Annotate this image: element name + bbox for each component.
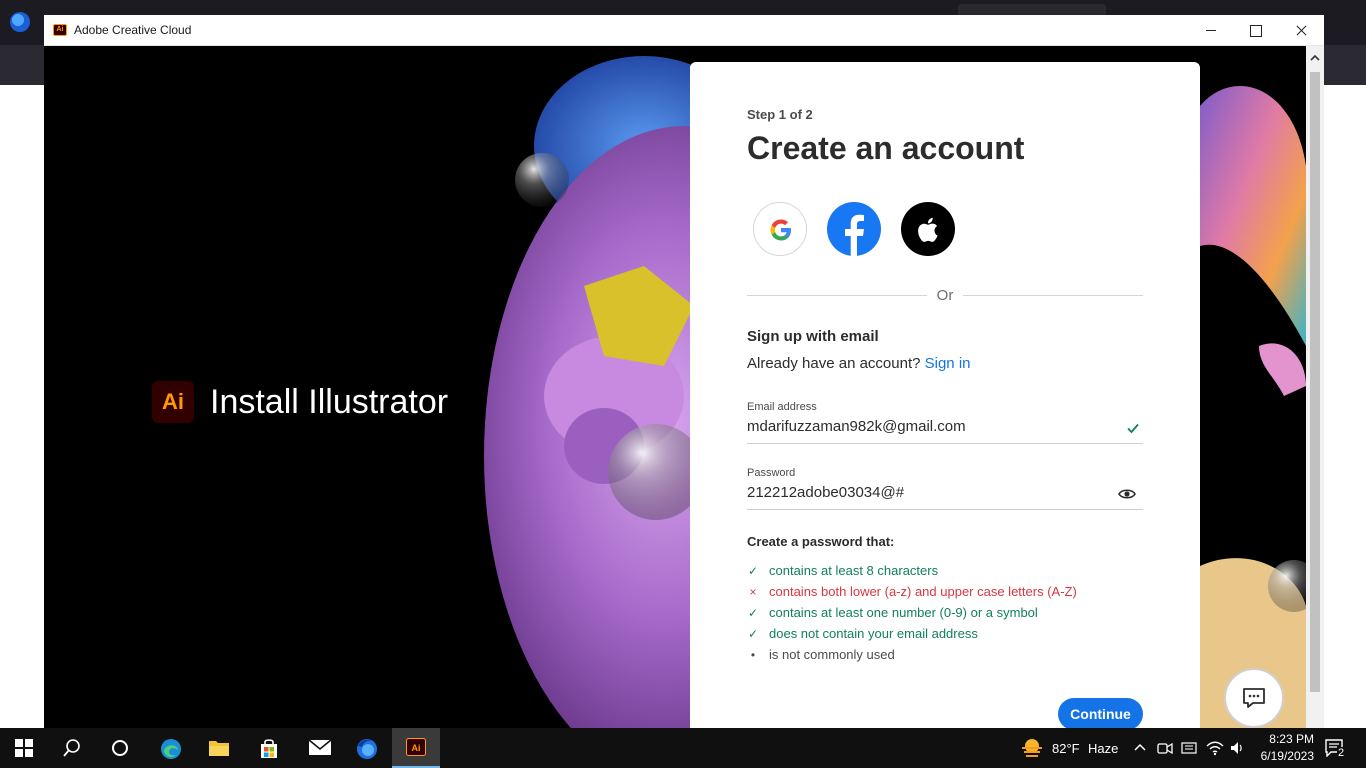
weather-condition[interactable]: Haze — [1088, 741, 1118, 756]
folder-icon — [209, 741, 229, 756]
divider-right — [963, 295, 1143, 296]
google-signin-button[interactable] — [753, 202, 807, 256]
title-bar[interactable]: Ai Adobe Creative Cloud — [44, 15, 1324, 46]
email-label: Email address — [747, 401, 817, 413]
scroll-up-chevron-icon[interactable] — [1309, 52, 1321, 64]
show-password-eye-icon[interactable] — [1118, 487, 1136, 501]
meet-now-camera-icon[interactable] — [1157, 740, 1173, 756]
search-icon — [63, 739, 80, 757]
taskbar-firefox[interactable] — [342, 728, 390, 768]
keyboard-language-icon[interactable] — [1181, 740, 1197, 756]
taskbar: Ai 82°F Haze 8:23 PM 6/19/2023 2 — [0, 728, 1366, 768]
adobe-cc-window: Ai Adobe Creative Cloud Ai Install Illus… — [44, 15, 1324, 728]
email-valid-check-icon — [1127, 423, 1139, 434]
window-title: Adobe Creative Cloud — [74, 23, 192, 37]
rule-bullet-icon: • — [750, 648, 756, 662]
signin-prompt: Already have an account? Sign in — [747, 355, 971, 372]
scrollbar-thumb[interactable] — [1310, 72, 1320, 692]
password-underline — [747, 509, 1143, 510]
taskbar-mail[interactable] — [294, 728, 342, 768]
maximize-button[interactable] — [1232, 15, 1278, 46]
rule-text: is not commonly used — [769, 647, 895, 662]
password-rules-heading: Create a password that: — [747, 534, 895, 549]
facebook-icon — [845, 214, 864, 256]
windows-icon — [15, 739, 33, 757]
mail-icon — [308, 739, 332, 755]
illustrator-icon: Ai — [406, 738, 426, 756]
signup-heading: Sign up with email — [747, 328, 879, 345]
illustrator-app-icon: Ai — [53, 24, 67, 36]
page-title: Create an account — [747, 130, 1025, 166]
rule-error-icon: × — [749, 585, 757, 599]
rule-text: contains at least one number (0-9) or a … — [769, 605, 1038, 620]
facebook-signin-button[interactable] — [827, 202, 881, 256]
password-label: Password — [747, 467, 796, 479]
illustrator-logo: Ai — [152, 381, 194, 423]
edge-icon — [161, 739, 181, 759]
rule-check-icon: ✓ — [747, 606, 759, 620]
store-icon — [261, 739, 277, 758]
weather-haze-icon[interactable] — [1020, 737, 1044, 759]
signup-card: Step 1 of 2 Create an account Or Sign up… — [690, 62, 1200, 728]
close-button[interactable] — [1278, 15, 1324, 46]
divider-left — [747, 295, 927, 296]
email-underline — [747, 443, 1143, 444]
minimize-button[interactable] — [1188, 15, 1234, 46]
hero-title: Install Illustrator — [210, 383, 449, 421]
email-field[interactable] — [747, 418, 1127, 435]
chat-button[interactable] — [1224, 668, 1284, 728]
google-icon — [770, 219, 791, 241]
clock-time: 8:23 PM — [1269, 732, 1314, 746]
cortana-circle-icon — [112, 740, 128, 756]
rule-text: does not contain your email address — [769, 626, 978, 641]
or-separator: Or — [936, 287, 954, 304]
taskbar-edge[interactable] — [146, 728, 194, 768]
rule-text: contains both lower (a-z) and upper case… — [769, 584, 1077, 599]
continue-button[interactable]: Continue — [1058, 698, 1143, 728]
weather-temperature[interactable]: 82°F — [1052, 741, 1080, 756]
apple-signin-button[interactable] — [901, 202, 955, 256]
apple-icon — [918, 217, 938, 242]
installer-content: Ai Install Illustrator Step 1 of 2 Creat… — [44, 46, 1324, 728]
chat-bubble-icon — [1243, 688, 1265, 708]
start-button[interactable] — [0, 728, 48, 768]
notification-count-badge: 2 — [1337, 747, 1346, 759]
rule-check-icon: ✓ — [747, 564, 759, 578]
system-clock[interactable]: 8:23 PM 6/19/2023 — [1248, 731, 1314, 765]
taskbar-store[interactable] — [244, 728, 292, 768]
svg-text:Ai: Ai — [412, 743, 421, 753]
signin-prompt-text: Already have an account? — [747, 355, 921, 372]
rule-check-icon: ✓ — [747, 627, 759, 641]
cortana-button[interactable] — [96, 728, 144, 768]
show-hidden-icons-chevron-icon[interactable] — [1133, 742, 1147, 752]
taskbar-file-explorer[interactable] — [194, 728, 242, 768]
search-button[interactable] — [48, 728, 96, 768]
volume-icon[interactable] — [1229, 740, 1245, 756]
step-indicator: Step 1 of 2 — [747, 107, 813, 122]
wifi-icon[interactable] — [1206, 740, 1224, 756]
signin-link[interactable]: Sign in — [925, 355, 971, 372]
firefox-icon[interactable] — [10, 12, 30, 32]
taskbar-illustrator-active[interactable]: Ai — [392, 728, 440, 768]
scrollbar[interactable] — [1306, 46, 1324, 728]
firefox-icon — [357, 739, 377, 759]
clock-date: 6/19/2023 — [1260, 749, 1314, 763]
password-field[interactable] — [747, 484, 1127, 501]
rule-text: contains at least 8 characters — [769, 563, 939, 578]
